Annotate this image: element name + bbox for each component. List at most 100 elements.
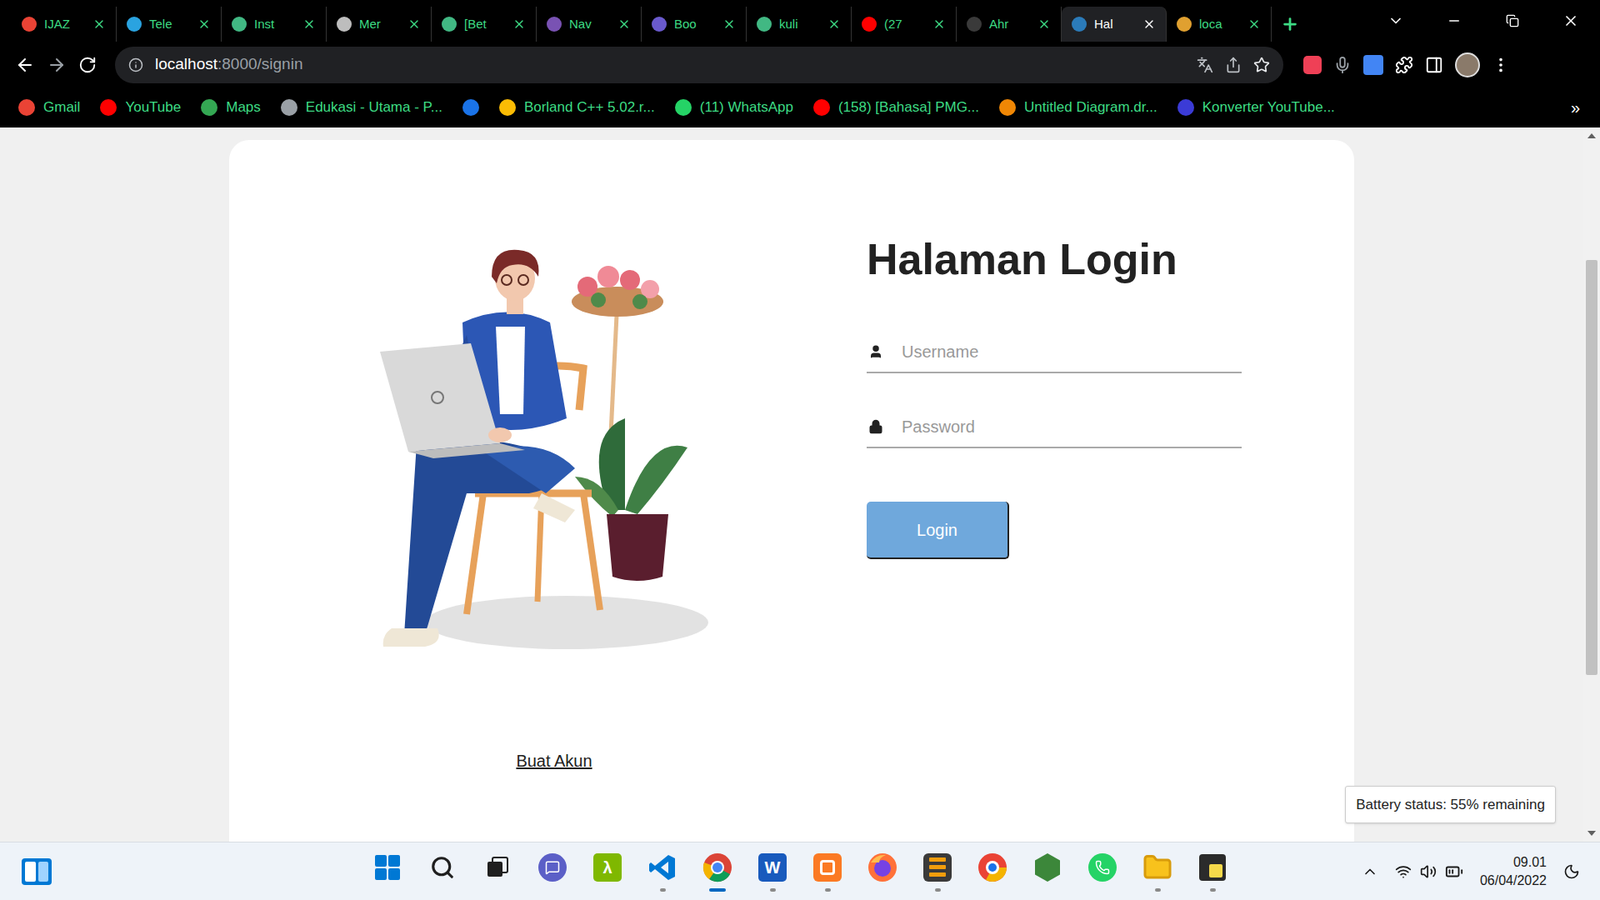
- taskbar-app[interactable]: [529, 845, 576, 899]
- taskbar-app[interactable]: [474, 845, 521, 899]
- scroll-down-arrow-icon[interactable]: [1587, 830, 1596, 836]
- browser-tab[interactable]: Ahr: [956, 6, 1062, 42]
- clock[interactable]: 09.0106/04/2022: [1480, 853, 1547, 890]
- login-button[interactable]: Login: [866, 501, 1010, 560]
- taskbar-app[interactable]: [419, 845, 466, 899]
- pocket-extension-icon[interactable]: [1303, 55, 1322, 75]
- illustration-column: Buat Akun: [345, 140, 763, 842]
- translate-extension-icon[interactable]: [1363, 55, 1384, 75]
- back-icon[interactable]: [15, 55, 35, 75]
- side-panel-icon[interactable]: [1425, 55, 1444, 75]
- tab-label: Mer: [359, 15, 400, 35]
- focus-assist-icon[interactable]: [1563, 863, 1580, 880]
- tab-close-icon[interactable]: [827, 17, 841, 31]
- running-indicator: [709, 888, 726, 892]
- browser-tab[interactable]: kuli: [746, 6, 852, 42]
- bookmark[interactable]: Gmail: [18, 96, 80, 119]
- scroll-up-arrow-icon[interactable]: [1587, 133, 1596, 139]
- tab-close-icon[interactable]: [512, 17, 526, 31]
- browser-tab[interactable]: (27: [851, 6, 957, 42]
- browser-tab[interactable]: Inst: [221, 6, 327, 42]
- scrollbar-thumb[interactable]: [1585, 260, 1598, 675]
- browser-tab[interactable]: Tele: [116, 6, 222, 42]
- share-icon[interactable]: [1225, 56, 1242, 74]
- taskbar-app[interactable]: [969, 845, 1016, 899]
- username-input[interactable]: [901, 340, 1242, 364]
- profile-avatar-icon[interactable]: [1455, 52, 1480, 78]
- bookmark[interactable]: Maps: [200, 96, 261, 119]
- browser-tab[interactable]: IJAZ: [11, 6, 117, 42]
- tab-close-icon[interactable]: [407, 17, 421, 31]
- taskbar-app[interactable]: [694, 845, 741, 899]
- tab-close-icon[interactable]: [722, 17, 736, 31]
- taskbar-app[interactable]: W: [749, 845, 796, 899]
- tab-close-icon[interactable]: [617, 17, 631, 31]
- bookmark[interactable]: (158) [Bahasa] PMG...: [813, 96, 980, 119]
- taskbar-app[interactable]: λ: [584, 845, 631, 899]
- bookmark[interactable]: Borland C++ 5.02.r...: [499, 96, 655, 119]
- chrome-icon: [702, 852, 733, 883]
- tab-label: Boo: [674, 15, 715, 35]
- microphone-icon[interactable]: [1333, 55, 1352, 75]
- lambda-app-icon: λ: [593, 853, 622, 882]
- bookmark-star-icon[interactable]: [1253, 56, 1270, 74]
- browser-tab[interactable]: Nav: [536, 6, 642, 42]
- minimize-button[interactable]: [1425, 0, 1484, 42]
- menu-icon[interactable]: [1491, 55, 1510, 75]
- bookmarks-overflow-button[interactable]: »: [1570, 95, 1580, 120]
- forward-icon[interactable]: [46, 55, 67, 75]
- browser-tab[interactable]: [Bet: [431, 6, 537, 42]
- node-icon: [1033, 852, 1062, 883]
- sublime-icon: [923, 853, 952, 882]
- page-scrollbar[interactable]: [1583, 127, 1600, 842]
- bookmark[interactable]: Konverter YouTube...: [1177, 96, 1335, 119]
- taskbar-app[interactable]: [1189, 845, 1236, 899]
- system-tray[interactable]: [1395, 862, 1464, 881]
- tab-close-icon[interactable]: [197, 17, 211, 31]
- taskbar: λ W 09.0106/04/2022: [0, 841, 1600, 900]
- taskbar-app[interactable]: [1024, 845, 1071, 899]
- bookmark[interactable]: YouTube: [100, 96, 181, 119]
- translate-icon[interactable]: [1196, 56, 1214, 74]
- taskbar-app[interactable]: [1134, 845, 1181, 899]
- battery-tooltip: Battery status: 55% remaining: [1345, 785, 1556, 825]
- tab-close-icon[interactable]: [302, 17, 316, 31]
- taskbar-app[interactable]: [639, 845, 686, 899]
- taskbar-app[interactable]: [364, 845, 411, 899]
- tab-close-icon[interactable]: [1142, 17, 1156, 31]
- widgets-icon[interactable]: [21, 858, 52, 885]
- browser-tab[interactable]: Mer: [326, 6, 432, 42]
- running-indicator: [440, 888, 446, 892]
- vscode-icon: [648, 853, 677, 882]
- tab-search-button[interactable]: [1366, 0, 1425, 42]
- browser-tab[interactable]: loca: [1166, 6, 1272, 42]
- browser-tab[interactable]: Boo: [641, 6, 747, 42]
- show-hidden-icons-icon[interactable]: [1361, 863, 1379, 880]
- close-button[interactable]: [1541, 0, 1600, 42]
- taskbar-app[interactable]: [859, 845, 906, 899]
- reload-icon[interactable]: [78, 55, 97, 75]
- tab-close-icon[interactable]: [1247, 17, 1261, 31]
- tab-favicon-icon: [231, 16, 247, 32]
- omnibox[interactable]: localhost:8000/signin: [115, 46, 1284, 84]
- extensions-icon[interactable]: [1395, 55, 1414, 75]
- tab-close-icon[interactable]: [92, 17, 106, 31]
- bookmark[interactable]: Edukasi - Utama - P...: [280, 96, 443, 119]
- taskbar-app[interactable]: [804, 845, 851, 899]
- taskbar-app[interactable]: [914, 845, 961, 899]
- firefox-icon: [867, 852, 898, 883]
- taskbar-app[interactable]: [1079, 845, 1126, 899]
- xampp-icon: [813, 853, 842, 882]
- bookmark[interactable]: (11) WhatsApp: [675, 96, 794, 119]
- bookmark-favicon-icon: [200, 99, 218, 116]
- restore-button[interactable]: [1483, 0, 1542, 42]
- new-tab-button[interactable]: [1271, 6, 1309, 42]
- bookmark[interactable]: Untitled Diagram.dr...: [999, 96, 1158, 119]
- tab-close-icon[interactable]: [1037, 17, 1051, 31]
- browser-tab[interactable]: Hal: [1061, 6, 1167, 42]
- create-account-link[interactable]: Buat Akun: [515, 748, 592, 774]
- bookmark[interactable]: [462, 99, 480, 116]
- password-input[interactable]: [901, 415, 1242, 439]
- site-info-icon[interactable]: [128, 57, 144, 73]
- tab-close-icon[interactable]: [932, 17, 946, 31]
